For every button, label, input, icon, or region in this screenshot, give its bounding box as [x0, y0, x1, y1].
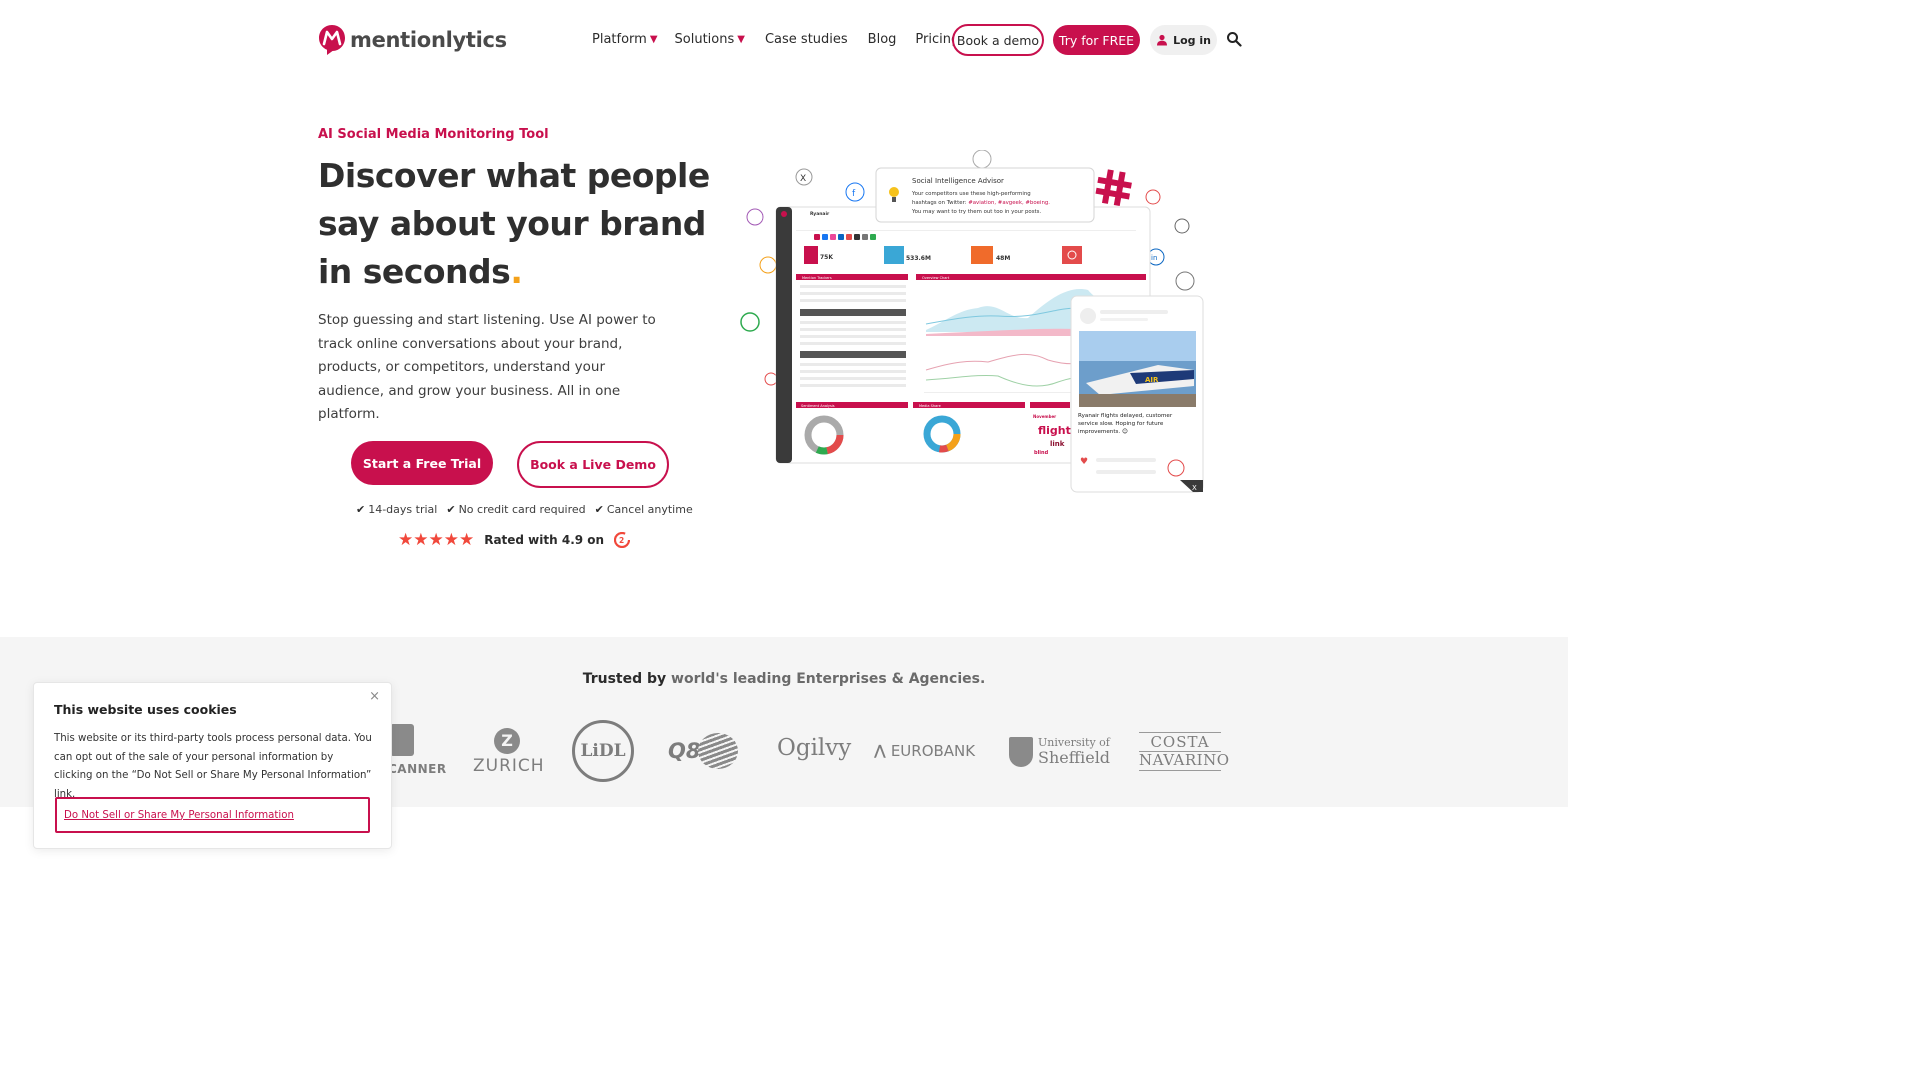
sheffield-logo-line2: Sheffield [1038, 748, 1111, 767]
hero-description: Stop guessing and start listening. Use A… [318, 312, 656, 422]
dashboard-mockup: X f in Ryanair 75K 533.6M 48M Mention Tr… [740, 149, 1204, 493]
svg-text:Media Share: Media Share [919, 404, 941, 408]
svg-text:November: November [1033, 414, 1056, 419]
eurobank-logo: ⋀ EUROBANK [874, 742, 976, 760]
nav-case-studies-label: Case studies [764, 32, 848, 47]
perk-item: ✔ 14-days trial [356, 503, 437, 516]
lidl-logo-text: LiDL [580, 741, 626, 761]
perk-item: ✔ Cancel anytime [595, 503, 693, 516]
svg-text:link: link [1050, 440, 1065, 448]
nav-blog-label: Blog [867, 32, 897, 47]
check-icon: ✔ [356, 503, 366, 516]
trusted-prefix: Trusted by [582, 671, 667, 687]
user-icon [1157, 34, 1168, 46]
do-not-sell-button[interactable]: Do Not Sell or Share My Personal Informa… [55, 797, 370, 833]
svg-text:X: X [1192, 484, 1197, 492]
zurich-logo: Z ZURICH [473, 728, 545, 776]
hero-title-dot: . [510, 252, 523, 291]
main-nav: Platform ▼ Solutions ▼ Case studies Blog… [592, 32, 959, 47]
perk-item: ✔ No credit card required [446, 503, 585, 516]
rss-icon [759, 256, 777, 274]
lightbulb-icon [889, 187, 899, 197]
start-free-trial-button[interactable]: Start a Free Trial [351, 441, 493, 485]
news-icon [1175, 271, 1195, 291]
youtube-icon [764, 372, 778, 386]
chevron-down-icon: ▼ [649, 34, 658, 45]
login-button[interactable]: Log in [1150, 25, 1217, 55]
costa-logo-line2: NAVARINO [1139, 751, 1230, 769]
ogilvy-logo: Ogilvy [777, 735, 852, 761]
costa-navarino-logo: COSTA NAVARINO [1139, 732, 1230, 771]
sheffield-logo: University of Sheffield [1009, 736, 1110, 767]
trusted-suffix: world's leading Enterprises & Agencies. [671, 671, 986, 687]
cookie-title: This website uses cookies [54, 702, 237, 717]
chat-icon [740, 312, 760, 332]
hero-eyebrow: AI Social Media Monitoring Tool [318, 127, 549, 142]
perk-label: No credit card required [458, 503, 586, 516]
check-icon: ✔ [446, 503, 456, 516]
try-free-button[interactable]: Try for FREE [1053, 25, 1140, 55]
svg-text:Your competitors use these hig: Your competitors use these high-performi… [911, 191, 1031, 197]
site-header: mentionlytics Platform ▼ Solutions ▼ Cas… [0, 0, 1568, 82]
chevron-down-icon: ▼ [737, 34, 745, 45]
dashboard-sidebar [776, 207, 792, 463]
skyscanner-logo-text: CANNER [388, 762, 447, 776]
mentionlytics-logo-icon [319, 25, 345, 55]
g2-logo-icon: 2 [614, 532, 631, 548]
q8-logo-text: Q8 [668, 739, 701, 763]
nav-solutions-label: Solutions [674, 32, 735, 47]
svg-text:Overview Chart: Overview Chart [922, 276, 950, 280]
svg-text:You may want to try them out t: You may want to try them out too in your… [911, 209, 1041, 215]
svg-text:in: in [1151, 254, 1157, 262]
hero-title: Discover what people say about your bran… [318, 152, 718, 296]
book-live-demo-button[interactable]: Book a Live Demo [517, 441, 669, 488]
nav-platform-label: Platform [592, 32, 647, 47]
svg-text:Sentiment Analysis: Sentiment Analysis [801, 404, 835, 408]
web-icon [972, 149, 992, 169]
trial-perks: ✔ 14-days trial ✔ No credit card required … [356, 503, 693, 516]
zurich-logo-text: ZURICH [473, 756, 545, 776]
cookie-banner: This website uses cookies × This website… [33, 682, 392, 849]
svg-text:Ryanair: Ryanair [810, 211, 830, 217]
check-icon: ✔ [594, 503, 604, 516]
dashboard-illustration: X f in Ryanair 75K 533.6M 48M Mention Tr… [738, 149, 1208, 498]
svg-text:533.6M: 533.6M [906, 255, 931, 262]
svg-text:Social Intelligence Advisor: Social Intelligence Advisor [912, 177, 1004, 185]
heart-icon: ♥ [1080, 457, 1088, 467]
book-demo-button[interactable]: Book a demo [952, 24, 1044, 56]
login-label: Log in [1173, 33, 1211, 47]
nav-case-studies[interactable]: Case studies [765, 32, 848, 47]
instagram-icon [746, 208, 764, 226]
svg-text:hashtags on Twitter: #aviation: hashtags on Twitter: #aviation, #avgeek,… [912, 200, 1050, 206]
tiktok-icon [1174, 218, 1190, 234]
rating-text: Rated with 4.9 on [484, 533, 605, 547]
perk-label: 14-days trial [368, 503, 438, 516]
svg-text:Mention Trackers: Mention Trackers [802, 276, 832, 280]
svg-text:AIR: AIR [1145, 376, 1159, 384]
nav-platform[interactable]: Platform ▼ [592, 32, 658, 47]
svg-text:2: 2 [619, 536, 624, 545]
costa-logo-line1: COSTA [1150, 733, 1210, 751]
star-icon: ★★★★★ [398, 530, 475, 550]
svg-text:48M: 48M [996, 255, 1010, 262]
svg-text:X: X [800, 174, 806, 184]
q8-logo: Q8 [668, 733, 739, 769]
search-icon[interactable] [1226, 31, 1242, 47]
perk-label: Cancel anytime [606, 503, 693, 516]
skyscanner-logo: CANNER [388, 724, 447, 776]
reddit-icon [1145, 189, 1161, 205]
close-icon[interactable]: × [369, 689, 380, 704]
svg-text:flight: flight [1038, 424, 1071, 437]
rating: ★★★★★ Rated with 4.9 on 2 [398, 530, 631, 550]
lidl-logo: LiDL [572, 720, 634, 782]
eurobank-logo-text: EUROBANK [890, 742, 976, 760]
cookie-text: This website or its third-party tools pr… [54, 733, 372, 800]
svg-text:75K: 75K [820, 254, 833, 261]
nav-solutions[interactable]: Solutions ▼ [675, 32, 745, 47]
hashtag-icon [1095, 169, 1132, 206]
brand-logo[interactable]: mentionlytics [318, 24, 507, 56]
nav-blog[interactable]: Blog [868, 32, 897, 47]
brand-name: mentionlytics [350, 28, 507, 52]
svg-text:blind: blind [1034, 450, 1049, 456]
